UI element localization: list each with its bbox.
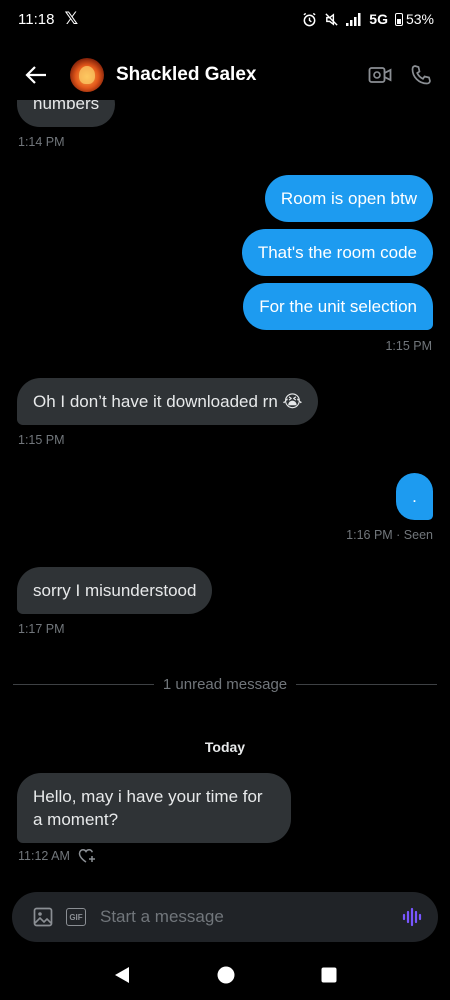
message-text: . [412, 487, 417, 506]
arrow-left-icon [25, 66, 46, 84]
gif-icon[interactable]: GIF [66, 908, 86, 926]
date-separator: Today [204, 739, 246, 755]
message-text: Hello, may i have your time for a moment… [33, 787, 263, 829]
divider-line [296, 683, 437, 685]
message-input[interactable] [100, 907, 402, 927]
message-text: For the unit selection [259, 297, 417, 316]
message-time: 1:15 PM [385, 339, 432, 353]
unread-divider: 1 unread message [13, 674, 437, 694]
message-time: 1:16 PM · Seen [346, 528, 433, 542]
message-bubble[interactable]: numbers [17, 100, 116, 127]
message-time-label: 11:12 AM [18, 849, 70, 863]
network-label: 5G [369, 11, 388, 27]
home-nav-icon[interactable] [217, 966, 235, 984]
recents-nav-icon[interactable] [321, 967, 337, 983]
image-icon[interactable] [32, 906, 54, 928]
back-nav-icon[interactable] [113, 966, 131, 984]
message-bubble[interactable]: That's the room code [241, 229, 433, 276]
message-bubble[interactable]: . [396, 473, 433, 520]
contact-name[interactable]: Shackled Galex [116, 64, 256, 86]
video-call-icon[interactable] [368, 66, 392, 84]
system-navigation [0, 950, 450, 1000]
message-list[interactable]: numbers 1:14 PM Room is open btw That's … [0, 100, 450, 890]
message-bubble[interactable]: Hello, may i have your time for a moment… [17, 773, 291, 843]
voice-message-icon[interactable] [402, 907, 424, 927]
phone-call-icon[interactable] [410, 64, 432, 86]
status-icons: 5G 53% [302, 11, 434, 27]
message-bubble[interactable]: For the unit selection [243, 283, 433, 330]
message-bubble[interactable]: Oh I don’t have it downloaded rn 😭 [17, 378, 319, 425]
message-text: numbers [33, 100, 100, 113]
message-text: That's the room code [257, 243, 417, 262]
battery-icon [394, 12, 403, 26]
status-time: 11:18 [18, 10, 55, 28]
gif-label: GIF [69, 912, 83, 922]
message-text: sorry I misunderstood [33, 581, 197, 600]
message-bubble[interactable]: sorry I misunderstood [17, 567, 213, 614]
battery-level: 53% [405, 11, 434, 27]
message-time: 11:12 AM [18, 848, 96, 864]
status-bar: 11:18 𝕏 5G 53% [0, 0, 450, 38]
mute-icon [325, 12, 338, 26]
unread-label: 1 unread message [162, 675, 288, 693]
signal-icon [346, 12, 361, 26]
message-text: Room is open btw [280, 189, 417, 208]
message-time: 1:17 PM [18, 622, 65, 636]
conversation-header: Shackled Galex [0, 50, 450, 100]
header-actions [368, 64, 432, 86]
alarm-icon [303, 12, 316, 26]
x-app-icon: 𝕏 [64, 9, 79, 28]
add-reaction-icon[interactable] [78, 848, 96, 864]
back-button[interactable] [20, 59, 52, 91]
message-bubble[interactable]: Room is open btw [264, 175, 433, 222]
message-time: 1:15 PM [18, 433, 65, 447]
message-time: 1:14 PM [18, 135, 65, 149]
message-text: Oh I don’t have it downloaded rn 😭 [33, 392, 303, 411]
message-composer: GIF [12, 892, 438, 942]
divider-line [13, 683, 154, 685]
avatar[interactable] [70, 58, 104, 92]
